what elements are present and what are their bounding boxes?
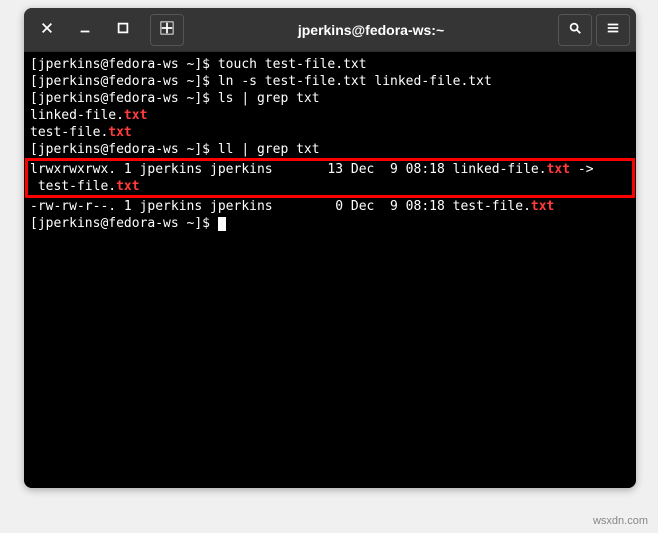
titlebar: jperkins@fedora-ws:~ bbox=[24, 8, 636, 52]
output-text: test-file. bbox=[30, 179, 116, 194]
command-text: touch test-file.txt bbox=[218, 57, 367, 72]
prompt: [jperkins@fedora-ws ~]$ bbox=[30, 74, 218, 89]
newtab-icon bbox=[160, 21, 174, 38]
command-text: ll | grep txt bbox=[218, 142, 320, 157]
prompt: [jperkins@fedora-ws ~]$ bbox=[30, 91, 218, 106]
grep-match: txt bbox=[116, 179, 139, 194]
maximize-button[interactable] bbox=[106, 14, 140, 46]
output-text: -> bbox=[570, 162, 593, 177]
output-text: -rw-rw-r--. 1 jperkins jperkins 0 Dec 9 … bbox=[30, 199, 531, 214]
terminal-window: jperkins@fedora-ws:~ [jperkins@fedora-ws… bbox=[24, 8, 636, 488]
prompt: [jperkins@fedora-ws ~]$ bbox=[30, 216, 218, 231]
output-text: test-file. bbox=[30, 125, 108, 140]
new-tab-button[interactable] bbox=[150, 14, 184, 46]
menu-button[interactable] bbox=[596, 14, 630, 46]
search-button[interactable] bbox=[558, 14, 592, 46]
close-icon bbox=[40, 21, 54, 38]
cursor bbox=[218, 217, 226, 231]
minimize-icon bbox=[78, 21, 92, 38]
maximize-icon bbox=[116, 21, 130, 38]
minimize-button[interactable] bbox=[68, 14, 102, 46]
highlight-annotation: lrwxrwxrwx. 1 jperkins jperkins 13 Dec 9… bbox=[25, 158, 635, 198]
grep-match: txt bbox=[108, 125, 131, 140]
output-text: linked-file. bbox=[30, 108, 124, 123]
grep-match: txt bbox=[531, 199, 554, 214]
prompt: [jperkins@fedora-ws ~]$ bbox=[30, 57, 218, 72]
close-button[interactable] bbox=[30, 14, 64, 46]
watermark: wsxdn.com bbox=[593, 515, 648, 527]
command-text: ln -s test-file.txt linked-file.txt bbox=[218, 74, 492, 89]
prompt: [jperkins@fedora-ws ~]$ bbox=[30, 142, 218, 157]
menu-icon bbox=[606, 21, 620, 38]
grep-match: txt bbox=[547, 162, 570, 177]
window-title: jperkins@fedora-ws:~ bbox=[188, 22, 554, 38]
output-text: lrwxrwxrwx. 1 jperkins jperkins 13 Dec 9… bbox=[30, 162, 547, 177]
terminal-content[interactable]: [jperkins@fedora-ws ~]$ touch test-file.… bbox=[24, 52, 636, 488]
grep-match: txt bbox=[124, 108, 147, 123]
command-text: ls | grep txt bbox=[218, 91, 320, 106]
search-icon bbox=[568, 21, 582, 38]
